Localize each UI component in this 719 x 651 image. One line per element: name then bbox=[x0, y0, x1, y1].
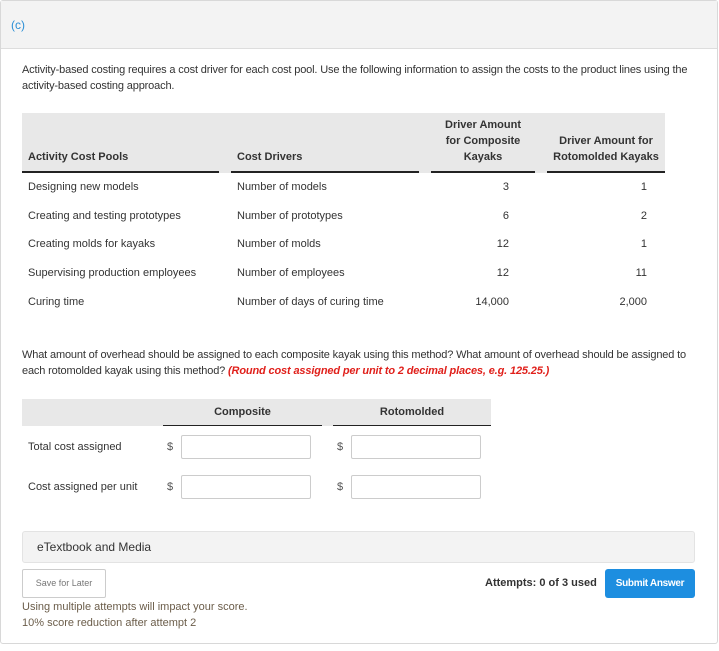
attempts-notice: Using multiple attempts will impact your… bbox=[22, 599, 248, 631]
part-header: (c) bbox=[1, 1, 717, 49]
cell-composite: 3 bbox=[502, 181, 509, 194]
table-row: Supervising production employees Number … bbox=[22, 259, 665, 288]
cell-pool: Curing time bbox=[28, 295, 85, 308]
cell-rotomolded: 11 bbox=[635, 267, 647, 280]
table-header-row: Activity Cost Pools Cost Drivers Driver … bbox=[22, 113, 665, 173]
answer-table-header: Composite Rotomolded bbox=[22, 399, 491, 426]
cell-driver: Number of models bbox=[237, 181, 327, 194]
etextbook-and-media-panel[interactable]: eTextbook and Media bbox=[22, 531, 695, 563]
cell-rotomolded: 2 bbox=[640, 209, 647, 222]
dollar-sign: $ bbox=[167, 481, 174, 493]
header-rotomolded: Rotomolded bbox=[333, 399, 491, 426]
cell-composite: 12 bbox=[496, 238, 509, 251]
cost-per-unit-rotomolded-input[interactable] bbox=[351, 475, 481, 499]
table-row: Designing new models Number of models 3 … bbox=[22, 173, 665, 202]
attempts-counter: Attempts: 0 of 3 used bbox=[485, 577, 597, 589]
submit-answer-button[interactable]: Submit Answer bbox=[605, 569, 695, 598]
header-composite: Composite bbox=[163, 399, 322, 426]
table-row: Creating and testing prototypes Number o… bbox=[22, 202, 665, 231]
header-driver-amount-composite: Driver Amount for Composite Kayaks bbox=[431, 117, 535, 173]
cell-composite: 12 bbox=[496, 267, 509, 280]
notice-line-2: 10% score reduction after attempt 2 bbox=[22, 617, 197, 629]
dollar-sign: $ bbox=[167, 441, 174, 453]
cell-driver: Number of molds bbox=[237, 238, 321, 251]
notice-line-1: Using multiple attempts will impact your… bbox=[22, 601, 248, 613]
cell-driver: Number of days of curing time bbox=[237, 295, 384, 308]
question-text: What amount of overhead should be assign… bbox=[22, 347, 692, 379]
cell-rotomolded: 1 bbox=[640, 238, 647, 251]
part-label: (c) bbox=[11, 18, 25, 32]
intro-text: Activity-based costing requires a cost d… bbox=[22, 64, 688, 92]
cost-per-unit-composite-input[interactable] bbox=[181, 475, 311, 499]
header-driver-amount-rotomolded: Driver Amount for Rotomolded Kayaks bbox=[547, 133, 665, 173]
cell-pool: Creating and testing prototypes bbox=[28, 209, 181, 222]
total-cost-rotomolded-input[interactable] bbox=[351, 435, 481, 459]
cell-rotomolded: 1 bbox=[640, 181, 647, 194]
dollar-sign: $ bbox=[337, 481, 344, 493]
cell-driver: Number of employees bbox=[237, 267, 345, 280]
cell-pool: Creating molds for kayaks bbox=[28, 238, 156, 251]
cost-drivers-table: Activity Cost Pools Cost Drivers Driver … bbox=[22, 113, 665, 316]
cell-pool: Supervising production employees bbox=[28, 267, 197, 280]
answer-row-total-cost: Total cost assigned $ $ bbox=[22, 435, 491, 461]
table-row: Creating molds for kayaks Number of mold… bbox=[22, 230, 665, 259]
cell-rotomolded: 2,000 bbox=[619, 295, 647, 308]
etextbook-label: eTextbook and Media bbox=[37, 540, 152, 554]
cell-pool: Designing new models bbox=[28, 181, 139, 194]
cell-composite: 14,000 bbox=[475, 295, 509, 308]
cell-driver: Number of prototypes bbox=[237, 209, 343, 222]
dollar-sign: $ bbox=[337, 441, 344, 453]
cell-composite: 6 bbox=[502, 209, 509, 222]
header-activity-cost-pools: Activity Cost Pools bbox=[22, 149, 219, 173]
header-cost-drivers: Cost Drivers bbox=[231, 149, 419, 173]
row-label: Total cost assigned bbox=[28, 441, 122, 453]
table-row: Curing time Number of days of curing tim… bbox=[22, 287, 665, 316]
total-cost-composite-input[interactable] bbox=[181, 435, 311, 459]
row-label: Cost assigned per unit bbox=[28, 481, 138, 493]
save-for-later-button[interactable]: Save for Later bbox=[22, 569, 106, 598]
rounding-hint: (Round cost assigned per unit to 2 decim… bbox=[228, 365, 550, 377]
answer-row-cost-per-unit: Cost assigned per unit $ $ bbox=[22, 475, 491, 501]
